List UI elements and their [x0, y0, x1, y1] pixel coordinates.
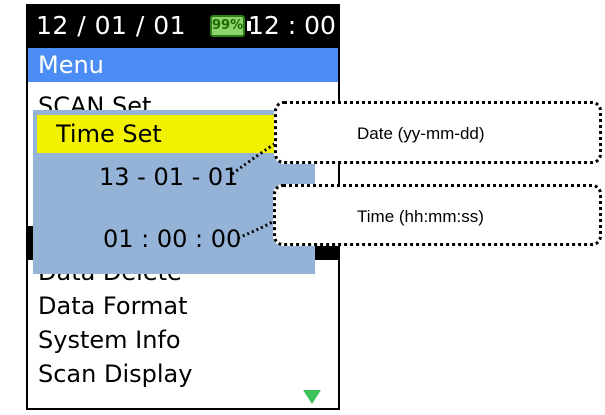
date-leader-line [231, 141, 277, 176]
time-leader-line [237, 218, 277, 240]
time-callout: Time (hh:mm:ss) [273, 184, 602, 246]
time-callout-label: Time (hh:mm:ss) [357, 207, 484, 226]
date-callout: Date (yy-mm-dd) [274, 101, 602, 164]
date-callout-label: Date (yy-mm-dd) [357, 124, 485, 143]
